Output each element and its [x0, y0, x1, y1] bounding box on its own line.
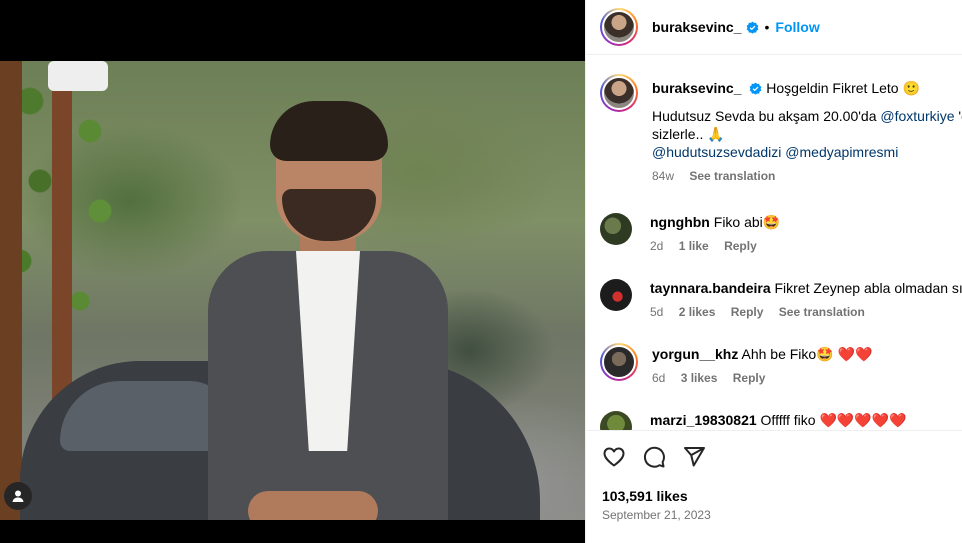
comment-text: Offfff fiko [760, 412, 816, 428]
comment-likes[interactable]: 2 likes [679, 305, 716, 319]
comment-username[interactable]: taynnara.bandeira [650, 280, 771, 296]
caption-text: 'd [958, 108, 962, 124]
send-icon[interactable] [682, 445, 706, 469]
caption-text: sizlerle.. 🙏 [652, 126, 725, 142]
comment-age: 2d [650, 239, 664, 253]
instagram-post-modal: buraksevinc_ • Follow buraksevinc_ Hoşge… [0, 0, 962, 543]
man-figure [208, 101, 448, 520]
avatar[interactable] [600, 74, 638, 112]
avatar[interactable] [600, 411, 632, 430]
caption-text: Hudutsuz Sevda bu akşam 20.00'da [652, 108, 881, 124]
post-date: September 21, 2023 [602, 508, 711, 522]
reply-button[interactable]: Reply [731, 305, 764, 319]
avatar[interactable] [600, 213, 632, 245]
heart-emoji: ❤️❤️ [837, 346, 873, 362]
comment-item: marzi_19830821 Offfff fiko ❤️❤️❤️❤️❤️ [600, 411, 962, 430]
verified-badge-icon [746, 21, 758, 34]
avatar[interactable] [600, 343, 638, 381]
post-media [0, 0, 585, 543]
user-tag-icon [12, 490, 24, 502]
user-tag-button[interactable] [4, 482, 32, 510]
mention-link[interactable]: @hudutsuzsevdadizi [652, 144, 781, 160]
caption-username[interactable]: buraksevinc_ [652, 80, 742, 96]
header-username[interactable]: buraksevinc_ [652, 19, 742, 35]
comment-likes[interactable]: 1 like [679, 239, 709, 253]
post-sidebar: buraksevinc_ • Follow buraksevinc_ Hoşge… [585, 0, 962, 543]
follow-button[interactable]: Follow [775, 19, 819, 35]
comment-likes[interactable]: 3 likes [681, 371, 718, 385]
heart-icon[interactable] [602, 445, 626, 469]
reply-button[interactable]: Reply [724, 239, 757, 253]
comment-username[interactable]: yorgun__khz [652, 346, 738, 362]
comment-age: 5d [650, 305, 664, 319]
comment-item: ngnghbn Fiko abi🤩 2d 1 like Reply [600, 213, 962, 255]
post-header: buraksevinc_ • Follow [586, 0, 962, 55]
comment-item: taynnara.bandeira Fikret Zeynep abla olm… [600, 279, 962, 321]
comment-text: Ahh be Fiko🤩 [741, 346, 834, 362]
comments-scroll-area[interactable]: buraksevinc_ Hoşgeldin Fikret Leto 🙂 Hud… [586, 56, 962, 430]
post-actions: 103,591 likes September 21, 2023 [586, 430, 962, 543]
comment-text: Fikret Zeynep abla olmadan sık [774, 280, 962, 296]
caption-age: 84w [652, 169, 675, 183]
likes-count[interactable]: 103,591 likes [602, 488, 688, 504]
mention-link[interactable]: @foxturkiye [880, 108, 954, 124]
avatar[interactable] [600, 279, 632, 311]
heart-emoji: ❤️❤️❤️❤️❤️ [819, 412, 907, 428]
mention-link[interactable]: @medyapimresmi [785, 144, 898, 160]
comment-icon[interactable] [642, 445, 666, 469]
comment-age: 6d [652, 371, 666, 385]
caption: buraksevinc_ Hoşgeldin Fikret Leto 🙂 Hud… [600, 74, 962, 185]
caption-title: Hoşgeldin Fikret Leto 🙂 [766, 80, 920, 96]
separator-dot: • [764, 19, 770, 35]
comment-username[interactable]: marzi_19830821 [650, 412, 757, 428]
comment-text: Fiko abi🤩 [713, 214, 781, 230]
avatar[interactable] [600, 8, 638, 46]
see-translation-link[interactable]: See translation [689, 169, 775, 183]
see-translation-link[interactable]: See translation [779, 305, 865, 319]
comment-username[interactable]: ngnghbn [650, 214, 710, 230]
post-photo [0, 61, 585, 520]
verified-badge-icon [750, 82, 762, 95]
reply-button[interactable]: Reply [733, 371, 766, 385]
comment-item: yorgun__khz Ahh be Fiko🤩 ❤️❤️ 6d 3 likes… [600, 343, 962, 387]
